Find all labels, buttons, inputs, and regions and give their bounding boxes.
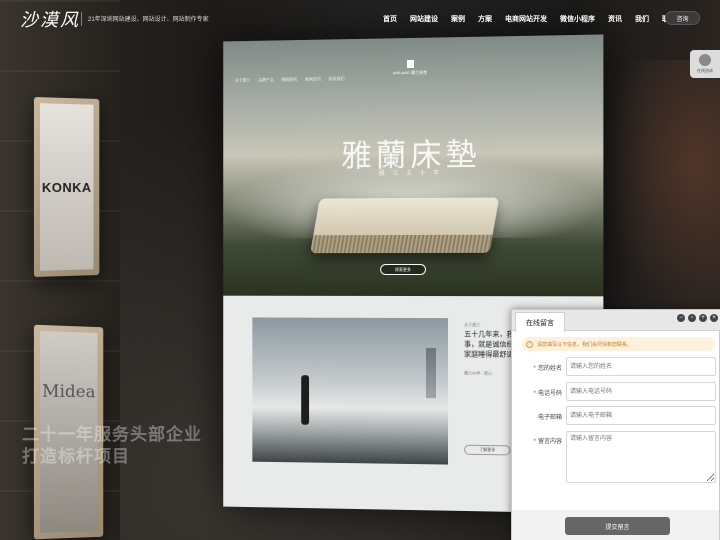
slogan-line-2: 打造标杆项目 (22, 446, 202, 468)
mockup-hero-button: 探索更多 (380, 264, 426, 275)
message-panel-header: 在线留言 − ▫ + × (512, 310, 720, 331)
mockup-nav-item: 关于雅兰 (235, 77, 251, 83)
mockup-nav-item: 新闻资讯 (305, 76, 321, 82)
site-logo[interactable]: 沙漠风 (20, 6, 80, 32)
mockup-nav-item: 品牌产品 (258, 77, 274, 83)
main-nav: 首页 网站建设 案例 方案 电商网站开发 微信小程序 资讯 我们 联系 (383, 14, 689, 24)
konka-plaque: KONKA (34, 97, 99, 277)
nav-about[interactable]: 我们 (635, 14, 649, 24)
mockup-logo: AIRLAND 雅兰床垫 (385, 60, 435, 77)
person-figure (301, 375, 309, 425)
konka-plaque-text: KONKA (40, 103, 93, 271)
mockup-nav-item: 联系我们 (329, 76, 345, 82)
message-label: * 留言内容 (512, 436, 562, 445)
message-textarea[interactable] (566, 431, 716, 483)
maximize-icon[interactable]: + (699, 314, 707, 322)
online-consult-label: 在线咨询 (697, 68, 713, 74)
name-label: * 您的姓名 (512, 363, 562, 372)
nav-cases[interactable]: 案例 (451, 14, 465, 24)
tab-online-message[interactable]: 在线留言 (515, 312, 565, 332)
message-panel-footer: 提交留言 (512, 510, 719, 540)
chat-icon (699, 54, 711, 66)
mockup-section-link: 雅兰50年 · 匠心 (464, 370, 492, 376)
restore-icon[interactable]: ▫ (688, 314, 696, 322)
nav-solutions[interactable]: 方案 (478, 14, 492, 24)
mockup-nav-item: 睡眠研究 (282, 77, 298, 83)
email-field[interactable] (566, 406, 716, 425)
mattress-image (310, 197, 499, 253)
info-icon: ! (526, 341, 533, 348)
mockup-hero: 关于雅兰 品牌产品 睡眠研究 新闻资讯 联系我们 AIRLAND 雅兰床垫 雅蘭… (223, 34, 603, 296)
mockup-logo-text: AIRLAND 雅兰床垫 (385, 70, 435, 77)
mockup-section-tag: 关于雅兰 (464, 322, 480, 328)
name-field[interactable] (566, 357, 716, 376)
nav-home[interactable]: 首页 (383, 14, 397, 24)
message-panel: 在线留言 − ▫ + × ! 请您填写以下信息，我们会尽快和您联系。 * 您的姓名… (511, 309, 720, 540)
mockup-nav: 关于雅兰 品牌产品 睡眠研究 新闻资讯 联系我们 (235, 76, 345, 84)
logo-divider (81, 12, 82, 26)
nav-ecommerce[interactable]: 电商网站开发 (505, 14, 547, 24)
message-notice-text: 请您填写以下信息，我们会尽快和您联系。 (537, 341, 632, 348)
phone-field[interactable] (566, 382, 716, 401)
close-icon[interactable]: × (710, 314, 718, 322)
site-header: 沙漠风 21年深圳网站建设、网站设计、网站制作专家 首页 网站建设 案例 方案 … (0, 0, 720, 38)
nav-news[interactable]: 资讯 (608, 14, 622, 24)
tower-figure (426, 348, 436, 398)
consult-button[interactable]: 咨询 (665, 11, 700, 25)
email-label: 电子邮箱 (512, 412, 562, 421)
nav-mini-program[interactable]: 微信小程序 (560, 14, 595, 24)
site-tagline: 21年深圳网站建设、网站设计、网站制作专家 (88, 14, 209, 23)
nav-website-building[interactable]: 网站建设 (410, 14, 438, 24)
submit-message-button[interactable]: 提交留言 (565, 517, 670, 535)
minimize-icon[interactable]: − (677, 314, 685, 322)
mockup-section-button: 了解更多 (464, 445, 510, 456)
phone-label: * 电话号码 (512, 388, 562, 397)
wall-light (600, 60, 720, 320)
slogan-line-1: 二十一年服务头部企业 (22, 424, 202, 446)
message-notice: ! 请您填写以下信息，我们会尽快和您联系。 (522, 337, 715, 351)
hero-slogan: 二十一年服务头部企业 打造标杆项目 (22, 424, 202, 468)
mockup-about-image (252, 317, 448, 464)
online-consult-widget[interactable]: 在线咨询 (690, 50, 720, 78)
mockup-logo-mark (407, 60, 414, 68)
